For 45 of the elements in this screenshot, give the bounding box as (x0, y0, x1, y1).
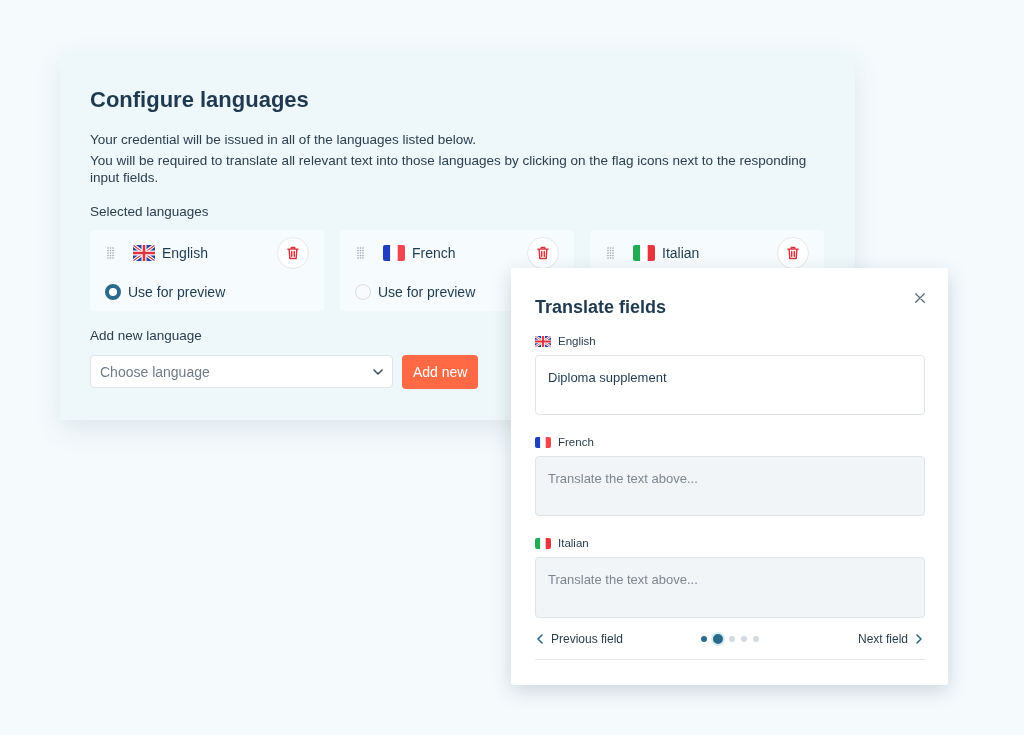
trash-icon (287, 246, 299, 260)
step-dot-icon[interactable] (711, 632, 725, 646)
translation-field[interactable]: Diploma supplement (535, 355, 925, 415)
step-dot-icon[interactable] (701, 636, 707, 642)
radio-button[interactable] (105, 284, 121, 300)
drag-handle-icon[interactable] (107, 247, 114, 259)
description-text: Your credential will be issued in all of the languages listed below. (90, 131, 477, 148)
delete-button[interactable] (527, 237, 559, 269)
delete-button[interactable] (277, 237, 309, 269)
language-name: English (162, 244, 208, 262)
italian-flag-icon (535, 537, 551, 549)
british-flag-icon (133, 245, 155, 261)
drag-handle-icon[interactable] (607, 247, 614, 259)
trash-icon (787, 246, 799, 260)
preview-label: Use for preview (128, 283, 226, 301)
next-field-link[interactable]: Next field (857, 631, 925, 647)
field-label: Italian (558, 536, 589, 551)
chevron-left-icon (537, 634, 543, 644)
dialog-title: Translate fields (535, 296, 667, 318)
section-label: Selected languages (90, 203, 209, 221)
field-label: English (558, 334, 596, 349)
french-flag-icon (535, 436, 551, 448)
delete-button[interactable] (777, 237, 809, 269)
french-flag-icon (383, 245, 405, 261)
description-text: You will be required to translate all relevant text into those languages by clicking on the flag icons next to the responding input fields. (90, 152, 808, 186)
translation-field[interactable]: Translate the text above... (535, 456, 925, 516)
step-dot-icon[interactable] (741, 636, 747, 642)
italian-flag-icon (633, 245, 655, 261)
preview-label: Use for preview (378, 283, 476, 301)
close-icon[interactable] (915, 293, 925, 303)
british-flag-icon (535, 335, 551, 347)
section-label: Add new language (90, 327, 202, 345)
chevron-right-icon (916, 634, 922, 644)
previous-field-link[interactable]: Previous field (535, 631, 624, 647)
field-label: French (558, 435, 594, 450)
language-select[interactable]: Choose language (90, 355, 393, 388)
language-name: French (412, 244, 456, 262)
chevron-down-icon (373, 368, 383, 375)
language-name: Italian (662, 244, 700, 262)
step-dot-icon[interactable] (729, 636, 735, 642)
step-dot-icon[interactable] (753, 636, 759, 642)
translation-field[interactable]: Translate the text above... (535, 557, 925, 618)
page-title: Configure languages (90, 87, 309, 113)
trash-icon (537, 246, 549, 260)
drag-handle-icon[interactable] (357, 247, 364, 259)
